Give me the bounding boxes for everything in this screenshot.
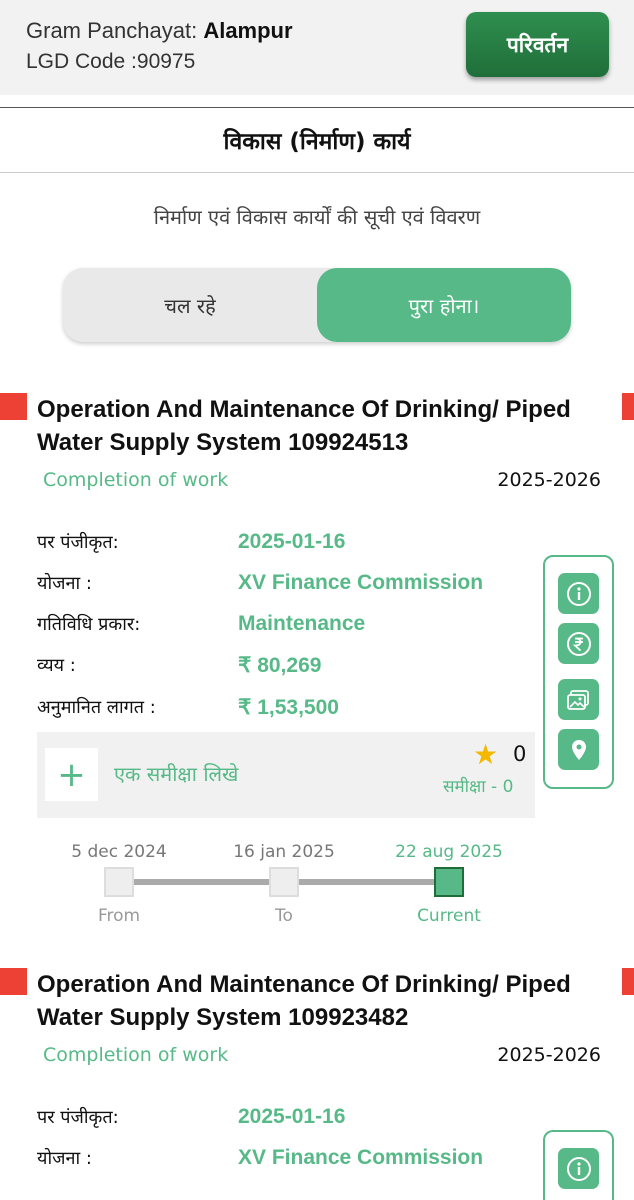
work-timeline: 5 dec 2024 16 jan 2025 22 aug 2025 From … [0, 842, 634, 932]
page-title: विकास (निर्माण) कार्य [0, 107, 634, 173]
registered-label: पर पंजीकृत: [37, 532, 119, 553]
registered-value: 2025-01-16 [238, 1105, 346, 1128]
header: Gram Panchayat: Alampur LGD Code :90975 … [0, 0, 634, 95]
timeline-from-node [104, 867, 134, 897]
status-toggle: चल रहे पुरा होना। [63, 268, 571, 342]
scheme-value: XV Finance Commission [238, 571, 484, 594]
gp-name: Alampur [203, 18, 293, 43]
work-title: Operation And Maintenance Of Drinking/ P… [37, 396, 571, 456]
gallery-button[interactable] [558, 679, 599, 720]
lgd-label: LGD Code : [26, 50, 137, 73]
change-button[interactable]: परिवर्तन [466, 12, 609, 77]
add-review-button[interactable]: + [45, 748, 98, 801]
rating-value: 0 [513, 742, 527, 766]
expense-value: ₹ 80,269 [238, 654, 322, 677]
location-pin-icon [571, 739, 586, 760]
timeline-to-label: To [275, 906, 293, 926]
tab-completed[interactable]: पुरा होना। [317, 268, 571, 342]
activity-type-value: Maintenance [238, 612, 366, 635]
timeline-current-label: Current [417, 906, 481, 926]
timeline-from-label: From [97, 906, 141, 926]
expense-label: व्यय : [37, 655, 76, 676]
estimated-cost-label: अनुमानित लागत : [37, 697, 156, 718]
location-button[interactable] [558, 729, 599, 770]
write-review-link[interactable]: एक समीक्षा लिखे [114, 760, 238, 787]
timeline-to-node [269, 867, 299, 897]
estimated-cost-value: ₹ 1,53,500 [238, 696, 339, 719]
star-icon: ★ [473, 738, 499, 771]
card-marker-right [622, 393, 634, 420]
timeline-current-node [434, 867, 464, 897]
work-year: 2025-2026 [497, 469, 601, 491]
review-count: समीक्षा - 0 [443, 777, 514, 797]
scheme-label: योजना : [37, 573, 92, 594]
expense-button[interactable] [558, 623, 599, 664]
gp-label: Gram Panchayat: [26, 18, 204, 43]
info-button[interactable] [558, 1148, 599, 1189]
gallery-icon [566, 689, 589, 710]
registered-value: 2025-01-16 [238, 530, 346, 553]
registered-label: पर पंजीकृत: [37, 1107, 119, 1128]
info-button[interactable] [558, 573, 599, 614]
tab-running[interactable]: चल रहे [63, 268, 317, 342]
lgd-code: 90975 [136, 50, 196, 73]
action-panel [543, 1130, 614, 1200]
gram-panchayat-line: Gram Panchayat: Alampur [26, 18, 293, 44]
card-marker-left [0, 393, 27, 420]
work-status: Completion of work [43, 1044, 229, 1066]
scheme-label: योजना : [37, 1148, 92, 1169]
plus-icon: + [57, 754, 86, 795]
timeline-to-date: 16 jan 2025 [233, 842, 335, 862]
work-card: Operation And Maintenance Of Drinking/ P… [0, 393, 634, 933]
review-box: + एक समीक्षा लिखे ★ 0 समीक्षा - 0 [37, 732, 535, 818]
info-icon [566, 1156, 591, 1181]
action-panel [543, 555, 614, 789]
activity-type-label: गतिविधि प्रकार: [37, 614, 141, 635]
page-subtitle: निर्माण एवं विकास कार्यों की सूची एवं वि… [153, 205, 481, 229]
timeline-current-date: 22 aug 2025 [395, 842, 503, 862]
card-marker-right [622, 968, 634, 995]
rupee-icon [566, 631, 591, 656]
work-year: 2025-2026 [497, 1044, 601, 1066]
work-card: Operation And Maintenance Of Drinking/ P… [0, 968, 634, 1200]
lgd-code-line: LGD Code :90975 [26, 50, 195, 74]
timeline-from-date: 5 dec 2024 [71, 842, 167, 862]
info-icon [566, 581, 591, 606]
card-marker-left [0, 968, 27, 995]
work-title: Operation And Maintenance Of Drinking/ P… [37, 971, 571, 1031]
scheme-value: XV Finance Commission [238, 1146, 484, 1169]
work-status: Completion of work [43, 469, 229, 491]
